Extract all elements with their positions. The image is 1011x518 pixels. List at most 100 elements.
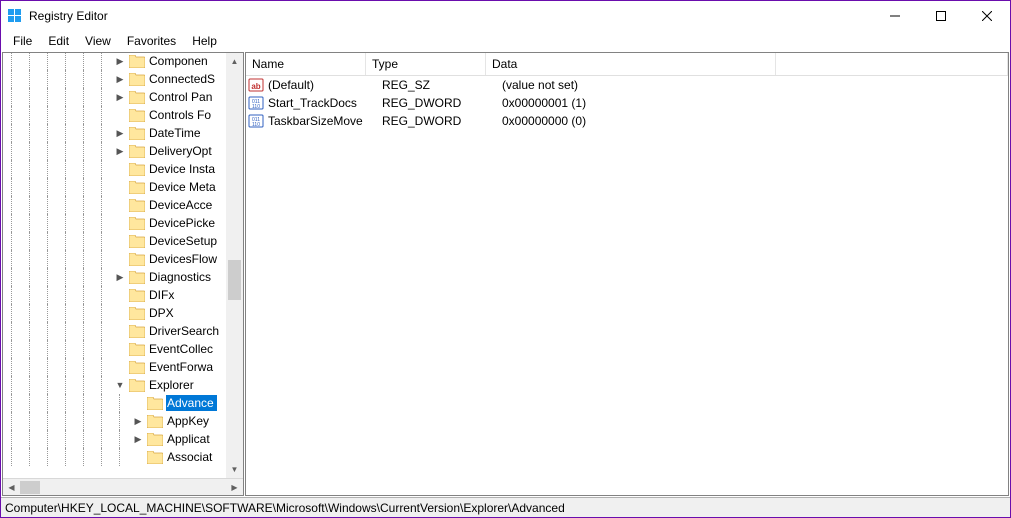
- tree-item[interactable]: ▶ DateTime: [3, 124, 222, 142]
- expand-toggle-icon[interactable]: [113, 198, 127, 212]
- menu-favorites[interactable]: Favorites: [119, 32, 184, 50]
- value-name: Start_TrackDocs: [268, 96, 382, 110]
- tree-item-label: Device Insta: [148, 161, 218, 177]
- expand-toggle-icon[interactable]: ▶: [113, 54, 127, 68]
- tree-item-label: DeliveryOpt: [148, 143, 215, 159]
- tree-item-label: Explorer: [148, 377, 197, 393]
- tree-item[interactable]: Associat: [3, 448, 222, 466]
- tree-item-label: Control Pan: [148, 89, 215, 105]
- tree-item[interactable]: DeviceSetup: [3, 232, 222, 250]
- list-row[interactable]: 011110TaskbarSizeMoveREG_DWORD0x00000000…: [246, 112, 1008, 130]
- value-data: (value not set): [502, 78, 792, 92]
- tree-item[interactable]: ▶ Control Pan: [3, 88, 222, 106]
- scroll-up-icon[interactable]: ▲: [226, 53, 243, 70]
- titlebar: Registry Editor: [1, 1, 1010, 31]
- tree-scrollbar-vertical[interactable]: ▲ ▼: [226, 53, 243, 478]
- tree-item[interactable]: ▶ AppKey: [3, 412, 222, 430]
- expand-toggle-icon[interactable]: [113, 288, 127, 302]
- tree-item[interactable]: ▶ConnectedS: [3, 70, 222, 88]
- minimize-button[interactable]: [872, 1, 918, 31]
- tree-body[interactable]: ▶Componen▶ConnectedS▶Control PanControls…: [3, 53, 226, 478]
- expand-toggle-icon[interactable]: ▶: [131, 432, 145, 446]
- tree-item-label: Controls Fo: [148, 107, 214, 123]
- tree-item-label: DateTime: [148, 125, 204, 141]
- value-data: 0x00000001 (1): [502, 96, 792, 110]
- close-button[interactable]: [964, 1, 1010, 31]
- tree-item[interactable]: EventForwa: [3, 358, 222, 376]
- tree-item[interactable]: Device Insta: [3, 160, 222, 178]
- expand-toggle-icon[interactable]: [131, 396, 145, 410]
- expand-toggle-icon[interactable]: [113, 306, 127, 320]
- expand-toggle-icon[interactable]: ▶: [113, 270, 127, 284]
- folder-icon: [129, 325, 145, 338]
- content: ▶Componen▶ConnectedS▶Control PanControls…: [1, 51, 1010, 497]
- expand-toggle-icon[interactable]: [113, 360, 127, 374]
- tree-item[interactable]: DPX: [3, 304, 222, 322]
- tree-item-label: DIFx: [148, 287, 177, 303]
- expand-toggle-icon[interactable]: ▶: [113, 72, 127, 86]
- folder-icon: [147, 397, 163, 410]
- svg-text:110: 110: [252, 104, 260, 110]
- col-header-name[interactable]: Name: [246, 53, 366, 75]
- list-row[interactable]: 011110Start_TrackDocsREG_DWORD0x00000001…: [246, 94, 1008, 112]
- folder-icon: [129, 217, 145, 230]
- tree-item[interactable]: DriverSearch: [3, 322, 222, 340]
- folder-icon: [129, 181, 145, 194]
- folder-icon: [129, 271, 145, 284]
- menu-file[interactable]: File: [5, 32, 40, 50]
- scroll-right-icon[interactable]: ▶: [226, 479, 243, 496]
- tree-item[interactable]: DeviceAcce: [3, 196, 222, 214]
- list-row[interactable]: ab(Default)REG_SZ(value not set): [246, 76, 1008, 94]
- tree-item[interactable]: Controls Fo: [3, 106, 222, 124]
- expand-toggle-icon[interactable]: [113, 108, 127, 122]
- expand-toggle-icon[interactable]: ▶: [131, 414, 145, 428]
- tree-item-label: Advance: [166, 395, 217, 411]
- tree-panel: ▶Componen▶ConnectedS▶Control PanControls…: [2, 52, 244, 496]
- col-header-data[interactable]: Data: [486, 53, 776, 75]
- tree-scrollbar-horizontal[interactable]: ◀ ▶: [3, 478, 243, 495]
- value-type: REG_DWORD: [382, 96, 502, 110]
- expand-toggle-icon[interactable]: [113, 234, 127, 248]
- folder-icon: [129, 361, 145, 374]
- expand-toggle-icon[interactable]: [113, 216, 127, 230]
- tree-item[interactable]: Advance: [3, 394, 222, 412]
- expand-toggle-icon[interactable]: [131, 450, 145, 464]
- tree-item[interactable]: ▶Componen: [3, 53, 222, 70]
- expand-toggle-icon[interactable]: ▶: [113, 144, 127, 158]
- expand-toggle-icon[interactable]: [113, 342, 127, 356]
- tree-item[interactable]: DevicePicke: [3, 214, 222, 232]
- expand-toggle-icon[interactable]: ▶: [113, 90, 127, 104]
- expand-toggle-icon[interactable]: [113, 252, 127, 266]
- value-name: (Default): [268, 78, 382, 92]
- scroll-thumb-h[interactable]: [20, 481, 40, 494]
- scroll-left-icon[interactable]: ◀: [3, 479, 20, 496]
- tree-item[interactable]: Device Meta: [3, 178, 222, 196]
- list-body[interactable]: ab(Default)REG_SZ(value not set)011110St…: [246, 76, 1008, 495]
- tree-item-label: DeviceAcce: [148, 197, 215, 213]
- scroll-thumb-v[interactable]: [228, 260, 241, 300]
- expand-toggle-icon[interactable]: ▶: [113, 126, 127, 140]
- tree-item[interactable]: ▶Diagnostics: [3, 268, 222, 286]
- value-name: TaskbarSizeMove: [268, 114, 382, 128]
- menu-help[interactable]: Help: [184, 32, 225, 50]
- folder-icon: [129, 73, 145, 86]
- col-header-type[interactable]: Type: [366, 53, 486, 75]
- expand-toggle-icon[interactable]: [113, 324, 127, 338]
- tree-item[interactable]: ▶ DeliveryOpt: [3, 142, 222, 160]
- expand-toggle-icon[interactable]: ▼: [113, 378, 127, 392]
- tree-item-label: DriverSearch: [148, 323, 222, 339]
- folder-icon: [129, 343, 145, 356]
- tree-item-label: Device Meta: [148, 179, 219, 195]
- menu-view[interactable]: View: [77, 32, 119, 50]
- maximize-button[interactable]: [918, 1, 964, 31]
- tree-item[interactable]: ▼ Explorer: [3, 376, 222, 394]
- scroll-down-icon[interactable]: ▼: [226, 461, 243, 478]
- menu-edit[interactable]: Edit: [40, 32, 77, 50]
- tree-item[interactable]: DIFx: [3, 286, 222, 304]
- tree-item[interactable]: DevicesFlow: [3, 250, 222, 268]
- tree-item-label: AppKey: [166, 413, 212, 429]
- tree-item[interactable]: EventCollec: [3, 340, 222, 358]
- expand-toggle-icon[interactable]: [113, 180, 127, 194]
- expand-toggle-icon[interactable]: [113, 162, 127, 176]
- tree-item[interactable]: ▶Applicat: [3, 430, 222, 448]
